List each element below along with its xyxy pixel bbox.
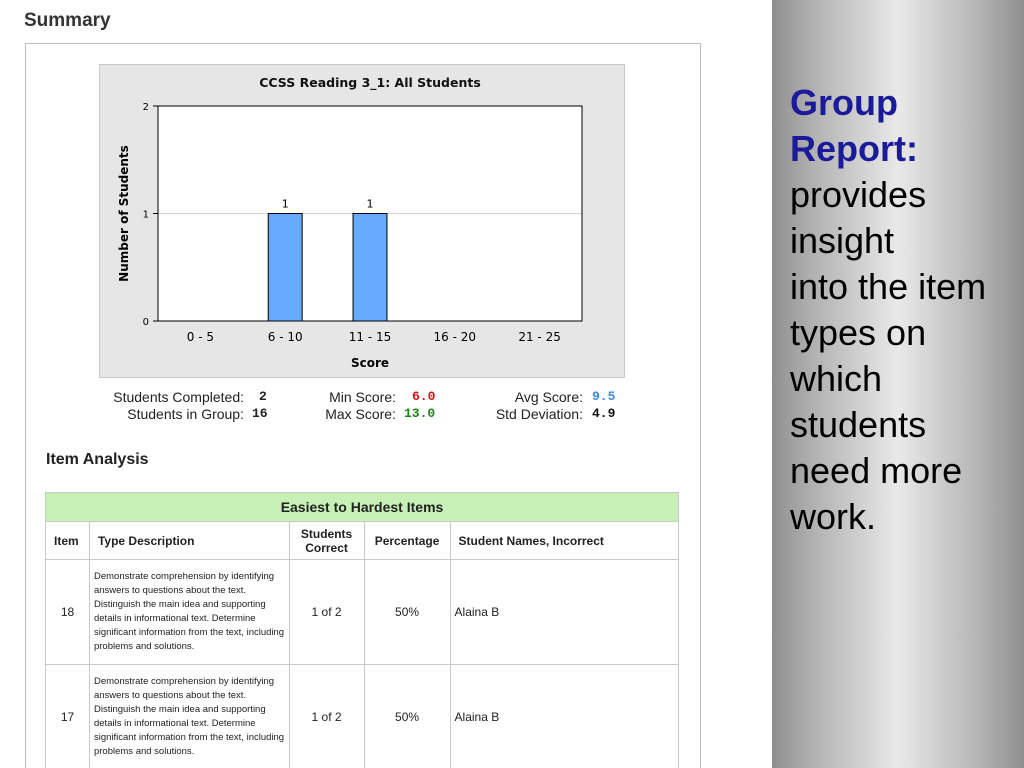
score-distribution-chart: CCSS Reading 3_1: All Students 0 1 2 0 - 516… bbox=[99, 64, 625, 378]
min-score-label: Min Score: bbox=[329, 389, 396, 405]
sidebar-caption: Group Report: provides insight into the … bbox=[790, 80, 1024, 540]
students-correct: 1 of 2 bbox=[288, 664, 365, 768]
y-tick-label: 1 bbox=[143, 210, 149, 221]
sidebar-body-line: types on bbox=[790, 312, 927, 353]
students-in-group-label: Students in Group: bbox=[127, 406, 244, 422]
sidebar-body-line: provides bbox=[790, 174, 927, 215]
column-header-item[interactable]: Item bbox=[45, 521, 90, 560]
chart-svg: CCSS Reading 3_1: All Students0120 - 516… bbox=[117, 75, 583, 370]
avg-score-label: Avg Score: bbox=[514, 389, 583, 405]
sidebar-title-line: Group bbox=[790, 82, 898, 123]
max-score-value: 13.0 bbox=[404, 406, 436, 421]
data-label: 1 bbox=[282, 198, 289, 211]
x-tick-label: 11 - 15 bbox=[349, 330, 392, 344]
sidebar-body-line: into the item bbox=[790, 266, 987, 307]
student-names-incorrect: Alaina B bbox=[449, 664, 680, 768]
percentage: 50% bbox=[363, 559, 451, 665]
item-analysis-table: Easiest to Hardest Items Item Type Descr… bbox=[45, 492, 680, 768]
bar bbox=[267, 213, 303, 322]
x-tick-label: 0 - 5 bbox=[187, 330, 214, 344]
item-number: 17 bbox=[45, 664, 90, 768]
max-score-label: Max Score: bbox=[325, 406, 396, 422]
students-in-group-value: 16 bbox=[252, 406, 268, 421]
sidebar-caption-panel: Group Report: provides insight into the … bbox=[772, 0, 1024, 768]
students-completed-value: 2 bbox=[259, 389, 267, 404]
y-tick-label: 0 bbox=[143, 317, 149, 328]
x-axis-label: Score bbox=[351, 356, 389, 370]
item-analysis-heading: Item Analysis bbox=[46, 451, 149, 468]
x-tick-label: 16 - 20 bbox=[434, 330, 477, 344]
std-deviation-label: Std Deviation: bbox=[495, 406, 583, 422]
std-deviation-value: 4.9 bbox=[592, 406, 616, 421]
sidebar-body-line: which bbox=[790, 358, 883, 399]
column-header-student-names-incorrect[interactable]: Student Names, Incorrect bbox=[449, 521, 680, 560]
chart-title: CCSS Reading 3_1: All Students bbox=[259, 75, 481, 91]
sidebar-title: Group Report: bbox=[790, 80, 1024, 172]
sidebar-body-line: insight bbox=[790, 220, 895, 261]
table-row: 18 Demonstrate comprehension by identify… bbox=[45, 559, 680, 665]
sidebar-title-line: Report: bbox=[790, 128, 918, 169]
table-title: Easiest to Hardest Items bbox=[45, 492, 679, 522]
report-panel: Summary CCSS Reading 3_1: All Students 0 1… bbox=[0, 0, 772, 768]
summary-heading: Summary bbox=[24, 10, 111, 31]
x-tick-label: 6 - 10 bbox=[268, 330, 303, 344]
type-description: Demonstrate comprehension by identifying… bbox=[88, 664, 290, 768]
table-row: 17 Demonstrate comprehension by identify… bbox=[45, 664, 680, 768]
x-tick-label: 21 - 25 bbox=[518, 330, 561, 344]
y-axis-label: Number of Students bbox=[117, 145, 131, 282]
table-header-row: Item Type Description Students Correct P… bbox=[45, 521, 680, 560]
column-header-percentage[interactable]: Percentage bbox=[363, 521, 451, 560]
sidebar-body-line: students bbox=[790, 404, 927, 445]
data-label: 1 bbox=[367, 198, 374, 211]
min-score-value: 6.0 bbox=[412, 389, 436, 404]
avg-score-value: 9.5 bbox=[592, 389, 616, 404]
percentage: 50% bbox=[363, 664, 451, 768]
students-completed-label: Students Completed: bbox=[113, 389, 244, 405]
student-names-incorrect: Alaina B bbox=[449, 559, 680, 665]
bar bbox=[352, 213, 388, 322]
table-banner-row: Easiest to Hardest Items bbox=[45, 492, 679, 522]
sidebar-body-line: work. bbox=[790, 496, 877, 537]
type-description: Demonstrate comprehension by identifying… bbox=[88, 559, 290, 665]
column-header-type-description[interactable]: Type Description bbox=[88, 521, 290, 560]
sidebar-body-line: need more bbox=[790, 450, 963, 491]
column-header-students-correct[interactable]: Students Correct bbox=[288, 521, 365, 560]
y-tick-label: 2 bbox=[143, 102, 149, 113]
students-correct: 1 of 2 bbox=[288, 559, 365, 665]
item-number: 18 bbox=[45, 559, 90, 665]
